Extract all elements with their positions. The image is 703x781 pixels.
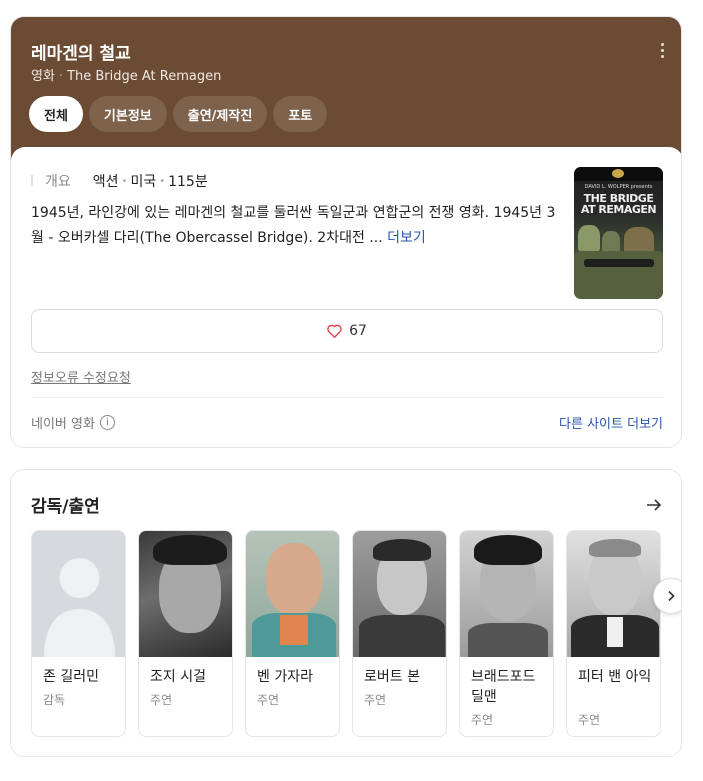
separator-dot: ·: [58, 69, 64, 84]
cast-item[interactable]: 조지 시걸 주연: [138, 530, 233, 737]
divider: [31, 397, 663, 398]
poster-title: THE BRIDGE AT REMAGEN: [580, 192, 657, 216]
separator-dot: •: [159, 175, 166, 187]
overview-label: 개요: [45, 174, 71, 190]
poster-soldier: [578, 225, 600, 251]
description-text: 1945년, 라인강에 있는 레마겐의 철교를 둘러싼 독일군과 연합군의 전쟁…: [31, 205, 556, 246]
like-count: 67: [349, 323, 367, 339]
person-photo: [353, 531, 446, 657]
cast-item[interactable]: 벤 가자라 주연: [245, 530, 340, 737]
person-name: 로버트 본: [364, 669, 420, 685]
person-role: 주연: [257, 693, 280, 707]
meta-divider: [31, 175, 33, 187]
arrow-right-icon[interactable]: [645, 496, 663, 514]
person-role: 주연: [471, 713, 494, 727]
other-sites-link[interactable]: 다른 사이트 더보기: [559, 413, 663, 432]
person-photo: [460, 531, 553, 657]
cast-item[interactable]: 피터 밴 아익 주연: [566, 530, 661, 737]
cast-item[interactable]: 존 길러민 감독: [31, 530, 126, 737]
person-name: 브래드포드 딜맨: [471, 669, 536, 705]
more-link[interactable]: 더보기: [387, 230, 426, 246]
cast-card: 감독/출연 존 길러민 감독 조지 시걸 주연 벤 가자라 주연 로버트 본 주…: [10, 469, 682, 757]
movie-description: 1945년, 라인강에 있는 레마겐의 철교를 둘러싼 독일군과 연합군의 전쟁…: [31, 201, 561, 251]
person-name: 벤 가자라: [257, 669, 313, 685]
tab-cast-crew[interactable]: 출연/제작진: [172, 96, 268, 132]
info-icon[interactable]: i: [99, 415, 115, 430]
cast-section-title[interactable]: 감독/출연: [31, 492, 100, 517]
movie-subtitle: 영화 · The Bridge At Remagen: [31, 65, 221, 84]
person-name: 피터 밴 아익: [578, 669, 652, 685]
person-photo: [139, 531, 232, 657]
movie-title[interactable]: 레마겐의 철교: [31, 39, 131, 64]
person-placeholder-icon: [44, 558, 115, 657]
source-info: 네이버 영화 i: [31, 413, 115, 432]
poster-rifle: [584, 259, 654, 267]
movie-poster[interactable]: DAVID L. WOLPER presents THE BRIDGE AT R…: [574, 167, 663, 299]
tab-photo[interactable]: 포토: [273, 96, 328, 132]
person-role: 감독: [43, 693, 66, 707]
genre: 액션: [92, 174, 119, 190]
movie-info-body: 개요 액션 • 미국 • 115분 1945년, 라인강에 있는 레마겐의 철교…: [11, 147, 681, 447]
more-vertical-icon[interactable]: [661, 43, 665, 61]
next-button[interactable]: [653, 578, 681, 614]
like-button[interactable]: 67: [31, 309, 663, 353]
tab-all[interactable]: 전체: [29, 96, 83, 132]
movie-meta: 개요 액션 • 미국 • 115분: [31, 171, 208, 191]
cast-item[interactable]: 브래드포드 딜맨 주연: [459, 530, 554, 737]
country: 미국: [130, 174, 157, 190]
runtime: 115분: [168, 174, 208, 190]
person-name: 존 길러민: [43, 669, 99, 685]
person-role: 주연: [578, 713, 601, 727]
tab-bar: 전체 기본정보 출연/제작진 포토: [29, 96, 328, 132]
heart-icon: [327, 324, 342, 338]
cast-item[interactable]: 로버트 본 주연: [352, 530, 447, 737]
tab-basic-info[interactable]: 기본정보: [88, 96, 167, 132]
person-name: 조지 시걸: [150, 669, 206, 685]
category-label: 영화: [31, 69, 55, 84]
poster-soldier: [602, 231, 620, 253]
source-label: 네이버 영화: [31, 417, 95, 432]
person-photo: [32, 531, 125, 657]
person-role: 주연: [150, 693, 173, 707]
chevron-right-icon: [668, 590, 675, 602]
separator-dot: •: [121, 175, 128, 187]
poster-studio-logo: [612, 169, 624, 178]
cast-list: 존 길러민 감독 조지 시걸 주연 벤 가자라 주연 로버트 본 주연 브래드포…: [31, 530, 681, 740]
report-error-link[interactable]: 정보오류 수정요청: [31, 367, 131, 386]
english-title: The Bridge At Remagen: [67, 69, 222, 84]
movie-header: 레마겐의 철교 영화 · The Bridge At Remagen 전체 기본정보…: [11, 17, 681, 167]
poster-credit: DAVID L. WOLPER presents: [584, 184, 653, 190]
person-photo: [246, 531, 339, 657]
movie-info-card: 레마겐의 철교 영화 · The Bridge At Remagen 전체 기본정보…: [10, 16, 682, 448]
person-photo: [567, 531, 660, 657]
person-role: 주연: [364, 693, 387, 707]
